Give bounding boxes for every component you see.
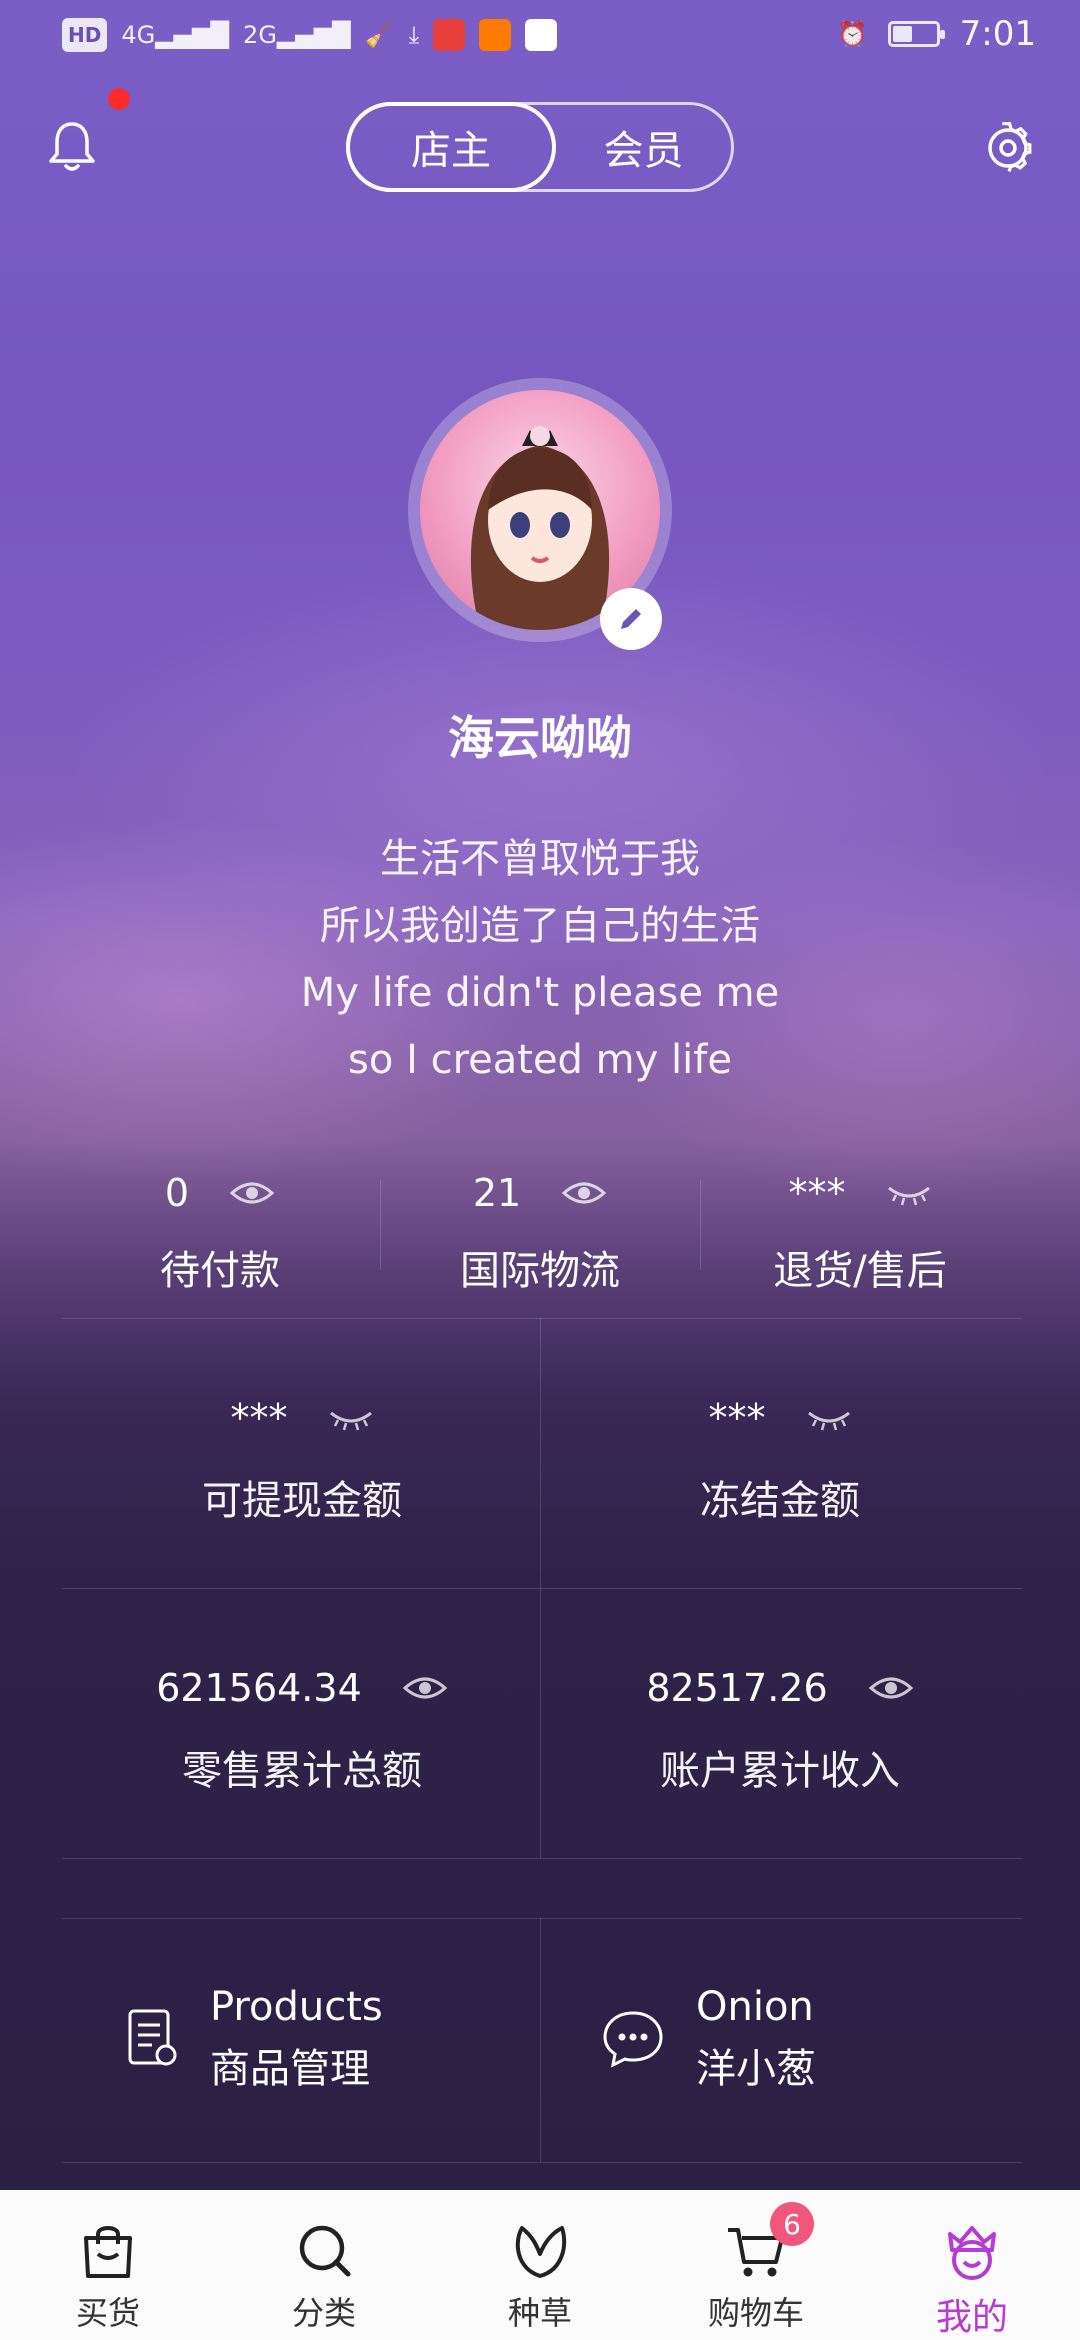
stat-value: 21 <box>472 1171 522 1215</box>
bio-line: 所以我创造了自己的生活 <box>320 903 760 949</box>
stat-pending-payment[interactable]: 0 待付款 <box>60 1160 380 1300</box>
order-stats: 0 待付款 21 国际物流 *** 退货/售后 <box>60 1160 1020 1300</box>
stat-label: 待付款 <box>160 1248 280 1294</box>
tab-member[interactable]: 会员 <box>556 105 731 189</box>
signal-2g-icon: 2G▂▄▆█ <box>243 21 351 49</box>
hd-indicator: HD <box>62 18 108 52</box>
tab-label: 购物车 <box>707 2294 804 2332</box>
balance-withdrawable[interactable]: *** 可提现金额 <box>62 1388 542 1526</box>
balance-label: 账户累计收入 <box>660 1748 900 1794</box>
bio: 生活不曾取悦于我 所以我创造了自己的生活 My life didn't plea… <box>0 826 1080 1094</box>
divider <box>62 2162 1022 2163</box>
leaf-icon <box>515 2226 567 2278</box>
search-icon <box>299 2225 351 2277</box>
background-image <box>0 0 1080 2190</box>
bio-line: My life didn't please me <box>300 970 780 1016</box>
balance-value: 82517.26 <box>646 1666 828 1710</box>
tab-label: 买货 <box>75 2294 140 2332</box>
signal-4g-icon: 4G▂▄▆█ <box>121 21 230 49</box>
tab-label: 种草 <box>507 2294 572 2332</box>
products-label-zh: 商品管理 <box>210 2046 370 2092</box>
status-bar: HD 4G▂▄▆█ 2G▂▄▆█ 🧹 ⤓ ⏰ 7:01 <box>0 0 1080 74</box>
edit-avatar-button[interactable] <box>600 588 662 650</box>
balance-frozen[interactable]: *** 冻结金额 <box>540 1388 1020 1526</box>
role-switcher: 店主 会员 <box>346 102 734 192</box>
crown-face-icon <box>948 2226 996 2280</box>
eye-open-icon[interactable] <box>561 1178 607 1208</box>
eye-closed-icon[interactable] <box>886 1178 932 1208</box>
tab-category[interactable]: 分类 <box>216 2190 432 2340</box>
battery-icon <box>887 21 945 47</box>
products-shortcut[interactable]: Products 商品管理 <box>124 1976 383 2100</box>
divider <box>540 1918 541 2162</box>
bio-line: so I created my life <box>348 1037 732 1083</box>
book-app-icon <box>433 19 466 51</box>
balance-value: *** <box>708 1396 766 1440</box>
tab-label: 分类 <box>291 2294 356 2332</box>
balance-label: 零售累计总额 <box>182 1748 422 1794</box>
balance-retail-total[interactable]: 621564.34 零售累计总额 <box>62 1658 542 1796</box>
download-icon: ⤓ <box>408 21 420 49</box>
shopping-bag-icon <box>84 2226 132 2278</box>
balance-value: *** <box>230 1396 288 1440</box>
tab-discover[interactable]: 种草 <box>432 2190 648 2340</box>
eye-closed-icon[interactable] <box>806 1403 852 1433</box>
product-list-icon <box>128 2009 177 2066</box>
stat-value: *** <box>788 1171 846 1215</box>
username: 海云呦呦 <box>448 711 632 765</box>
stat-value: 0 <box>164 1171 190 1215</box>
tab-label: 我的 <box>935 2297 1008 2338</box>
stat-returns[interactable]: *** 退货/售后 <box>700 1160 1020 1300</box>
notification-dot <box>108 88 130 110</box>
onion-shortcut[interactable]: Onion 洋小葱 <box>600 1976 816 2100</box>
bio-line: 生活不曾取悦于我 <box>380 836 700 882</box>
clock-time: 7:01 <box>959 14 1036 54</box>
eye-open-icon[interactable] <box>229 1178 275 1208</box>
balance-value: 621564.34 <box>156 1666 362 1710</box>
balance-label: 冻结金额 <box>700 1478 860 1524</box>
onion-label-zh: 洋小葱 <box>696 2046 816 2092</box>
alarm-icon: ⏰ <box>837 20 868 48</box>
eye-open-icon[interactable] <box>868 1673 914 1703</box>
divider <box>62 1858 1022 1859</box>
youku-app-icon <box>525 19 558 51</box>
stat-intl-logistics[interactable]: 21 国际物流 <box>380 1160 700 1300</box>
bottom-tab-bar: 买货 分类 种草 6 购物车 我的 <box>0 2190 1080 2340</box>
products-label-en: Products <box>210 1984 383 2030</box>
eye-closed-icon[interactable] <box>328 1403 374 1433</box>
tab-buy[interactable]: 买货 <box>0 2190 216 2340</box>
cart-badge: 6 <box>770 2202 814 2246</box>
eye-open-icon[interactable] <box>402 1673 448 1703</box>
tab-mine[interactable]: 我的 <box>864 2190 1080 2340</box>
gear-icon[interactable] <box>982 122 1034 174</box>
stat-label: 退货/售后 <box>773 1248 947 1294</box>
pencil-icon <box>621 609 641 629</box>
tab-cart[interactable]: 6 购物车 <box>648 2190 864 2340</box>
bell-icon[interactable] <box>46 118 98 174</box>
stat-label: 国际物流 <box>460 1248 620 1294</box>
balance-account-income[interactable]: 82517.26 账户累计收入 <box>540 1658 1020 1796</box>
tab-shop-owner[interactable]: 店主 <box>346 102 556 192</box>
taobao-app-icon <box>479 19 512 51</box>
chat-bubble-icon <box>603 2011 663 2068</box>
cleaner-icon: 🧹 <box>364 21 395 49</box>
divider <box>62 1918 1022 1919</box>
divider <box>62 1588 1022 1589</box>
divider <box>62 1318 1022 1319</box>
balance-label: 可提现金额 <box>202 1478 402 1524</box>
onion-label-en: Onion <box>696 1984 814 2030</box>
